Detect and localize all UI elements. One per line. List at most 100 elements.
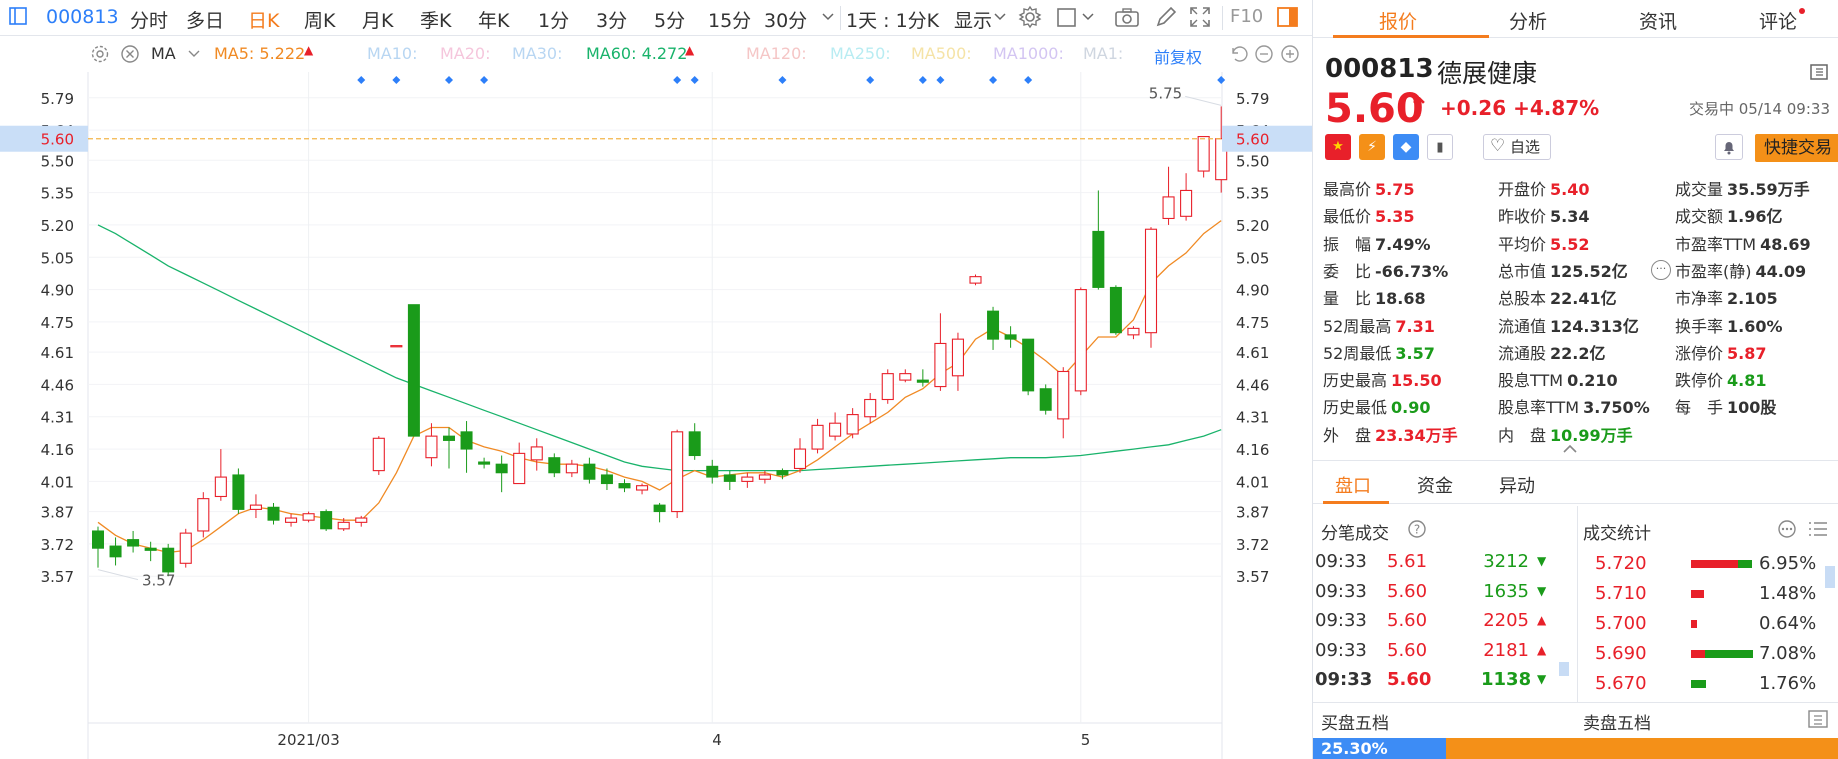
bookmark-icon[interactable]: ▮ <box>1427 134 1453 160</box>
y-tick-label: 5.79 <box>1236 90 1269 108</box>
settings-gear-icon[interactable] <box>1018 5 1042 29</box>
ticks-scrollbar[interactable] <box>1559 662 1569 676</box>
expand-stats-chevron-icon[interactable] <box>1563 444 1577 454</box>
detail-tabs: 盘口 资金 异动 <box>1313 460 1838 504</box>
stat-label: 开盘价 <box>1498 180 1547 199</box>
stat-value: 125.52亿 <box>1550 261 1628 281</box>
tab-orderbook[interactable]: 盘口 <box>1335 472 1371 498</box>
period-tab-3min[interactable]: 3分 <box>596 6 627 33</box>
tab-comments[interactable]: 评论 <box>1759 7 1797 34</box>
low-annotation: 3.57 <box>142 572 175 590</box>
list-view-icon[interactable] <box>1807 519 1829 539</box>
stat-col3-7: 跌停价 4.81 <box>1675 367 1767 391</box>
drawing-chevron-icon[interactable] <box>1082 12 1094 22</box>
stat-label: 52周最高 <box>1323 316 1392 336</box>
sidebar-toggle-icon[interactable] <box>8 5 28 27</box>
drawing-box-icon[interactable] <box>1056 5 1078 29</box>
candle-body <box>1057 370 1070 420</box>
trade-stat-price: 5.710 <box>1595 583 1647 604</box>
period-tab-yearly[interactable]: 年K <box>478 6 509 33</box>
candlestick-chart[interactable]: 5.795.645.505.355.205.054.904.754.614.46… <box>0 72 1312 759</box>
period-tab-monthly[interactable]: 月K <box>362 6 393 33</box>
stock-code[interactable]: 000813 <box>46 6 119 28</box>
book-settings-icon[interactable] <box>1807 709 1829 729</box>
help-icon[interactable]: ? <box>1407 519 1427 539</box>
more-options-icon[interactable] <box>1777 519 1797 539</box>
candle-body <box>267 506 280 521</box>
candle-body <box>829 422 842 437</box>
buy-sell-ratio-bar: 25.30% <box>1313 738 1838 759</box>
adjust-toggle[interactable]: 前复权 <box>1154 44 1202 68</box>
period-tab-daily[interactable]: 日K <box>248 6 279 33</box>
stat-label: 内 盘 <box>1498 425 1547 445</box>
zoom-out-icon[interactable] <box>1254 44 1274 64</box>
quote-actions: ★ ⚡ ◆ ▮ ♡ 自选 快捷交易 <box>1325 134 1838 162</box>
indicator-name[interactable]: MA <box>151 44 176 63</box>
stat-label: 平均价 <box>1498 234 1547 254</box>
period-tab-1min[interactable]: 1分 <box>538 6 569 33</box>
candle-body <box>934 342 947 388</box>
tick-volume: 2205 <box>1483 610 1529 631</box>
stat-label: 外 盘 <box>1323 425 1372 445</box>
tick-time: 09:33 <box>1315 580 1367 602</box>
tab-anomalies[interactable]: 异动 <box>1499 472 1535 498</box>
add-watchlist-button[interactable]: ♡ 自选 <box>1483 134 1551 160</box>
tab-capital-flow[interactable]: 资金 <box>1417 472 1453 498</box>
candle-body <box>706 465 719 478</box>
period-tab-5min[interactable]: 5分 <box>654 6 685 33</box>
collapse-panel-icon[interactable] <box>1809 62 1829 82</box>
panel-toggle-icon[interactable] <box>1276 5 1300 29</box>
lightning-icon[interactable]: ⚡ <box>1359 134 1385 160</box>
stat-label: 跌停价 <box>1675 371 1724 391</box>
candle-body <box>179 532 192 564</box>
quick-trade-button[interactable]: 快捷交易 <box>1755 134 1838 162</box>
trade-stat-row: 5.710 1.48% <box>1583 583 1823 609</box>
candle-body <box>495 463 508 474</box>
y-tick-label: 4.31 <box>1236 409 1269 427</box>
y-tick-label: 3.72 <box>1236 536 1269 554</box>
candle-body <box>793 448 807 470</box>
candle-body <box>1109 286 1122 334</box>
stat-label: 股息率TTM <box>1498 398 1580 418</box>
undo-icon[interactable] <box>1228 44 1248 64</box>
indicator-settings-icon[interactable] <box>90 44 110 64</box>
tab-news[interactable]: 资讯 <box>1639 7 1677 34</box>
display-menu[interactable]: 显示 <box>954 6 992 33</box>
display-chevron-icon[interactable] <box>994 12 1006 22</box>
y-tick-label: 3.72 <box>41 536 74 554</box>
stat-value: 22.41亿 <box>1550 289 1617 309</box>
alert-button[interactable] <box>1715 134 1743 160</box>
y-tick-label: 3.87 <box>1236 504 1269 522</box>
notification-dot <box>1799 8 1805 14</box>
period-more-chevron-icon[interactable] <box>822 12 834 22</box>
period-tab-15min[interactable]: 15分 <box>708 6 751 33</box>
stat-value: 48.69 <box>1760 234 1811 254</box>
tag-icon[interactable]: ◆ <box>1393 134 1419 160</box>
indicator-chevron-icon[interactable] <box>188 49 200 59</box>
y-tick-label: 5.50 <box>41 152 74 170</box>
period-tab-weekly[interactable]: 周K <box>304 6 335 33</box>
pen-icon[interactable] <box>1154 5 1178 29</box>
candle-body <box>337 521 350 530</box>
period-tab-intraday[interactable]: 分时 <box>130 6 168 33</box>
candle-body <box>688 431 701 457</box>
quote-panel: 报价 分析 资讯 评论 000813 德展健康 5.60 ↑ +0.26 +4.… <box>1312 0 1838 759</box>
zoom-in-icon[interactable] <box>1280 44 1300 64</box>
indicator-close-icon[interactable] <box>120 44 140 64</box>
panel-tabs: 报价 分析 资讯 评论 <box>1313 0 1838 38</box>
tab-analysis[interactable]: 分析 <box>1509 7 1547 34</box>
period-tab-quarterly[interactable]: 季K <box>420 6 451 33</box>
market-cap-info-icon[interactable]: ··· <box>1651 260 1671 280</box>
tab-quote[interactable]: 报价 <box>1379 7 1417 34</box>
price-tag-right-label: 5.60 <box>1236 131 1269 149</box>
fullscreen-icon[interactable] <box>1188 5 1212 29</box>
price-change-abs: +0.26 <box>1440 96 1507 120</box>
period-tab-multiday[interactable]: 多日 <box>186 6 224 33</box>
stat-col2-6: 流通股 22.2亿 <box>1498 340 1606 364</box>
period-tab-30min[interactable]: 30分 <box>764 6 807 33</box>
trade-stats-scrollbar[interactable] <box>1825 566 1835 588</box>
camera-icon[interactable] <box>1114 5 1140 29</box>
f10-button[interactable]: F10 <box>1230 6 1263 27</box>
range-selector[interactable]: 1天 : 1分K <box>846 6 939 33</box>
ma1000-value: MA1000: <box>993 44 1064 63</box>
